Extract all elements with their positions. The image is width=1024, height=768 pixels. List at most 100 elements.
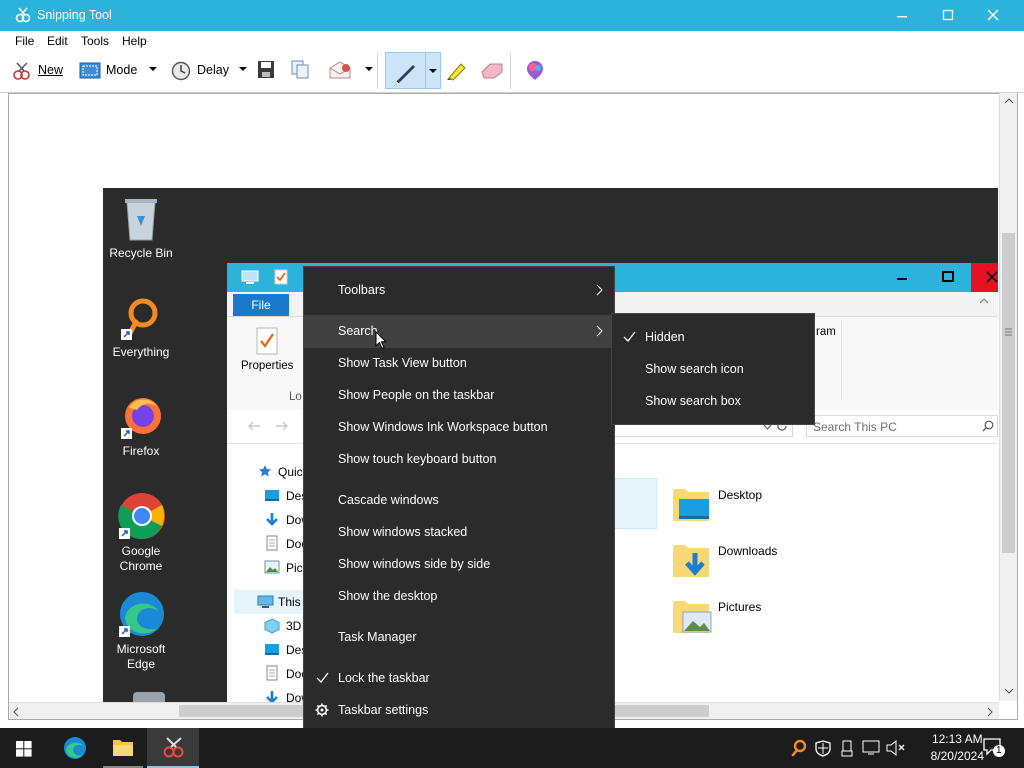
maximize-button[interactable] [925, 0, 971, 31]
menu-tools[interactable]: Tools [81, 34, 109, 48]
menu-file[interactable]: File [15, 34, 34, 48]
close-button[interactable] [970, 0, 1016, 31]
delay-label: Delay [197, 63, 229, 77]
desktop-icon-microsoft-edge[interactable]: Microsoft Edge [103, 590, 179, 672]
menu-item-label: Toolbars [338, 283, 386, 297]
taskbar-snipping-tool-button[interactable] [147, 728, 199, 768]
this-pc-icon [257, 595, 274, 609]
menu-item-show-touch-keyboard[interactable]: Show touch keyboard button [304, 444, 614, 474]
windows-taskbar: 12:13 AM 8/20/2024 1 [0, 728, 1024, 768]
delay-dropdown-arrow-icon[interactable] [238, 66, 248, 72]
menu-item-task-manager[interactable]: Task Manager [304, 622, 614, 652]
folder-label: Desktop [718, 488, 763, 502]
checkmark-icon [623, 331, 636, 342]
scroll-left-arrow-icon[interactable] [13, 707, 19, 717]
menu-item-label: Show Windows Ink Workspace button [338, 420, 548, 434]
menu-item-search[interactable]: Search [304, 315, 614, 348]
chevron-right-icon [596, 325, 603, 337]
taskbar-file-explorer-button[interactable] [99, 728, 147, 768]
desktop-icon-label: Google Chrome [119, 544, 163, 573]
highlighter-icon[interactable] [446, 59, 468, 81]
taskbar-clock[interactable]: 12:13 AM 8/20/2024 [931, 731, 984, 765]
clock-date: 8/20/2024 [930, 749, 984, 763]
submenu-item-show-search-box[interactable]: Show search box [612, 385, 814, 417]
menu-item-show-desktop[interactable]: Show the desktop [304, 581, 614, 611]
volume-muted-icon[interactable] [886, 740, 906, 756]
desktop-icon-everything[interactable]: Everything [103, 295, 179, 360]
folder-pictures[interactable]: Pictures [671, 595, 791, 641]
notification-center-icon[interactable]: 1 [983, 738, 1005, 758]
desktop-icon-recycle-bin[interactable]: Recycle Bin [103, 196, 179, 261]
properties-small-icon[interactable] [274, 269, 288, 285]
scroll-grip-icon [1003, 328, 1014, 336]
menu-item-show-people[interactable]: Show People on the taskbar [304, 380, 614, 410]
desktop-icon-firefox[interactable]: Firefox [103, 394, 179, 459]
copy-icon[interactable] [290, 59, 310, 80]
start-button[interactable] [0, 728, 48, 768]
desktop-icon-google-chrome[interactable]: Google Chrome [103, 492, 179, 574]
window-titlebar: Snipping Tool [0, 0, 1024, 31]
menu-edit[interactable]: Edit [47, 34, 68, 48]
forward-arrow-icon[interactable] [275, 420, 289, 432]
mode-button[interactable]: Mode [78, 59, 140, 83]
scroll-right-arrow-icon[interactable] [987, 707, 993, 717]
delay-button[interactable]: Delay [170, 59, 232, 83]
document-icon [266, 535, 278, 551]
windows-logo-icon [16, 741, 32, 757]
menu-item-windows-side-by-side[interactable]: Show windows side by side [304, 549, 614, 579]
taskbar-edge-button[interactable] [51, 728, 99, 768]
pen-dropdown-button[interactable] [426, 52, 441, 89]
menu-item-show-task-view[interactable]: Show Task View button [304, 348, 614, 378]
paint3d-icon[interactable] [525, 59, 545, 81]
explorer-minimize-button[interactable] [879, 263, 925, 292]
scroll-up-arrow-icon[interactable] [1004, 98, 1014, 104]
gear-icon [315, 703, 329, 717]
back-arrow-icon[interactable] [247, 420, 261, 432]
ribbon-collapse-chevron-icon[interactable] [979, 297, 989, 305]
mode-dropdown-arrow-icon[interactable] [148, 66, 158, 72]
location-group-label: Lo [289, 391, 302, 403]
search-icon [982, 420, 994, 432]
chevron-right-icon [596, 284, 603, 296]
checkmark-icon [316, 672, 329, 683]
downloads-folder-large-icon [671, 539, 713, 581]
menu-item-cascade-windows[interactable]: Cascade windows [304, 485, 614, 515]
menu-item-windows-stacked[interactable]: Show windows stacked [304, 517, 614, 547]
menu-item-lock-taskbar[interactable]: Lock the taskbar [304, 663, 614, 693]
desktop-folder-icon [264, 643, 280, 656]
notification-count: 1 [996, 745, 1002, 756]
file-tab[interactable]: File [233, 294, 289, 316]
pen-button[interactable] [385, 52, 426, 89]
everything-icon [119, 295, 163, 341]
vertical-scroll-thumb[interactable] [1002, 233, 1015, 553]
submenu-item-show-search-icon[interactable]: Show search icon [612, 353, 814, 385]
scroll-down-arrow-icon[interactable] [1004, 688, 1014, 694]
usb-device-icon[interactable] [841, 740, 853, 757]
minimize-button[interactable] [879, 0, 925, 31]
search-field[interactable]: Search This PC [806, 415, 998, 437]
new-snip-button[interactable]: New [8, 59, 68, 83]
eraser-icon[interactable] [480, 60, 504, 80]
send-email-icon[interactable] [328, 60, 354, 80]
everything-tray-icon[interactable] [790, 739, 808, 757]
toolbar-divider [510, 53, 511, 89]
desktop-icon-label: Microsoft Edge [116, 642, 166, 671]
save-icon[interactable] [257, 60, 275, 79]
folder-desktop[interactable]: Desktop [671, 483, 791, 529]
canvas-vertical-scrollbar[interactable] [999, 93, 1017, 701]
folder-icon [112, 738, 134, 757]
security-shield-icon[interactable] [815, 740, 831, 757]
explorer-close-button[interactable] [971, 263, 998, 292]
pictures-icon [264, 560, 280, 574]
edge-icon [63, 736, 87, 760]
explorer-maximize-button[interactable] [925, 263, 971, 292]
network-icon[interactable] [862, 740, 880, 756]
send-dropdown-arrow-icon[interactable] [364, 66, 374, 72]
menu-item-taskbar-settings[interactable]: Taskbar settings [304, 695, 614, 725]
submenu-item-hidden[interactable]: Hidden [612, 321, 814, 353]
folder-downloads[interactable]: Downloads [671, 539, 791, 585]
menu-item-toolbars[interactable]: Toolbars [304, 275, 614, 305]
properties-icon[interactable] [255, 326, 279, 356]
menu-help[interactable]: Help [122, 34, 147, 48]
menu-item-show-ink-workspace[interactable]: Show Windows Ink Workspace button [304, 412, 614, 442]
